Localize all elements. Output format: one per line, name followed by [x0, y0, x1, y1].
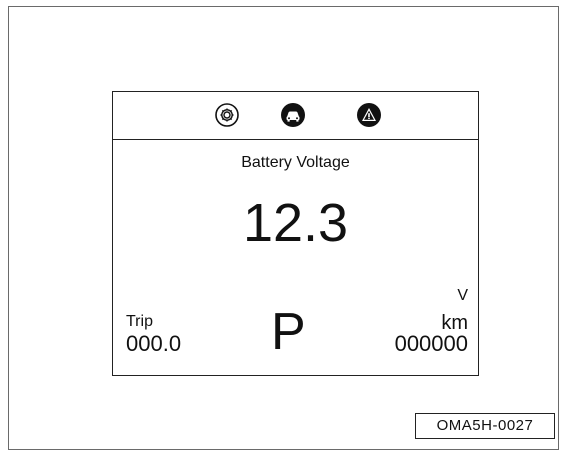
car-icon[interactable] [280, 102, 306, 128]
voltage-unit: V [457, 287, 468, 304]
display-title: Battery Voltage [241, 154, 350, 171]
voltage-value: 12.3 [242, 193, 349, 253]
figure-reference-code: OMA5H-0027 [415, 413, 555, 439]
figure-frame-bottom-edge [8, 449, 559, 450]
menu-icon-bar [113, 92, 478, 140]
trip-meter-value: 000.0 [126, 331, 182, 356]
trip-label: Trip [126, 313, 153, 330]
instrument-display: Battery Voltage 12.3 V Trip 000.0 P km 0… [112, 91, 479, 376]
odometer-value: 000000 [394, 331, 468, 356]
warning-triangle-icon[interactable] [356, 102, 382, 128]
gear-icon[interactable] [214, 102, 240, 128]
odometer-unit: km [441, 312, 468, 334]
gear-position-indicator: P [271, 303, 306, 361]
